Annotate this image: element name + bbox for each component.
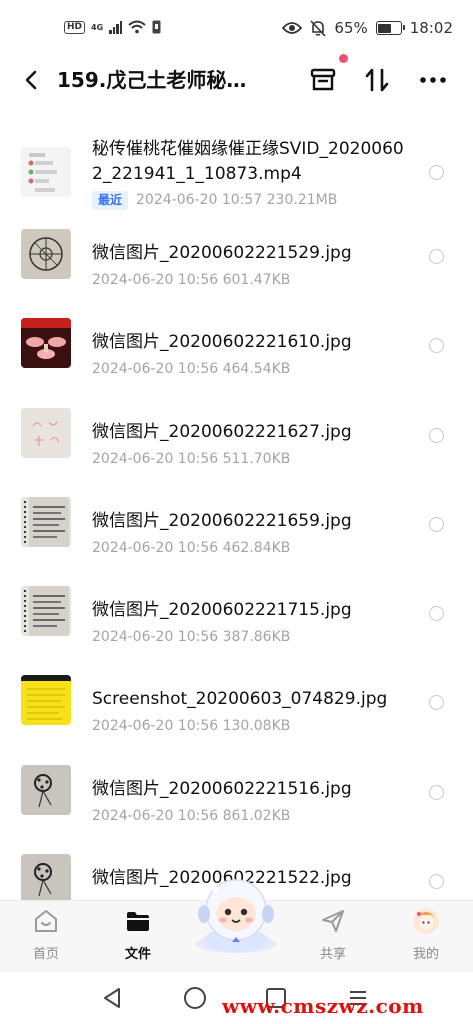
file-name: 微信图片_20200602221610.jpg xyxy=(92,332,352,353)
more-button[interactable] xyxy=(416,64,450,96)
file-row[interactable]: 微信图片_20200602221529.jpg 2024-06-20 10:56 … xyxy=(0,218,473,307)
file-meta: 2024-06-20 10:56 387.86KB xyxy=(92,627,290,647)
file-meta: 2024-06-20 10:56 861.02KB xyxy=(92,806,290,826)
file-date-size: 2024-06-20 10:57 230.21MB xyxy=(136,192,338,208)
file-thumbnail xyxy=(21,147,71,197)
file-date-size: 2024-06-20 10:56 601.47KB xyxy=(92,272,291,288)
avatar-icon xyxy=(413,908,439,934)
file-row[interactable]: Screenshot_20200603_074829.jpg 2024-06-20… xyxy=(0,664,473,753)
home-circle-icon[interactable] xyxy=(182,985,208,1011)
file-name: 秘传催桃花催姻缘催正缘SVID_20200602_221941_1_10873.… xyxy=(92,139,404,184)
tab-share-label: 共享 xyxy=(319,947,346,962)
file-name: 微信图片_20200602221627.jpg xyxy=(92,421,352,442)
back-triangle-icon[interactable] xyxy=(100,986,124,1010)
file-name: 微信图片_20200602221516.jpg xyxy=(92,778,352,799)
battery-percent: 65% xyxy=(334,19,368,37)
tab-files-label: 文件 xyxy=(124,947,151,962)
file-name: 微信图片_20200602221659.jpg xyxy=(92,510,352,531)
signal-icon xyxy=(109,20,123,34)
file-thumbnail xyxy=(21,764,71,815)
mute-bell-icon xyxy=(310,19,327,37)
select-radio[interactable] xyxy=(429,606,444,622)
back-icon xyxy=(25,70,37,90)
file-thumbnail xyxy=(21,675,71,726)
select-radio[interactable] xyxy=(429,874,444,890)
file-row[interactable]: 微信图片_20200602221659.jpg 2024-06-20 10:56 … xyxy=(0,486,473,575)
file-row[interactable]: 秘传催桃花催姻缘催正缘SVID_20200602_221941_1_10873.… xyxy=(0,128,473,218)
recent-badge: 最近 xyxy=(92,190,129,210)
file-name: 微信图片_20200602221529.jpg xyxy=(92,243,352,263)
file-row[interactable]: 微信图片_20200602221715.jpg 2024-06-20 10:56 … xyxy=(0,575,473,664)
select-radio[interactable] xyxy=(429,695,444,711)
file-thumbnail xyxy=(21,318,71,369)
battery-icon xyxy=(375,21,405,35)
select-radio[interactable] xyxy=(429,338,444,354)
file-name: Screenshot_20200603_074829.jpg xyxy=(92,689,388,710)
file-thumbnail xyxy=(21,496,71,547)
network-type: 4G xyxy=(91,22,104,32)
status-bar: HD 4G 65% 18:02 xyxy=(0,0,473,58)
back-button[interactable] xyxy=(20,66,44,94)
app-header: 159.戊己土老师秘… xyxy=(0,54,473,102)
file-row[interactable]: 微信图片_20200602221627.jpg 2024-06-20 10:56 … xyxy=(0,397,473,486)
assistant-mascot-button[interactable] xyxy=(188,874,284,956)
tab-home-label: 首页 xyxy=(32,947,59,962)
file-row[interactable]: 微信图片_20200602221610.jpg 2024-06-20 10:56 … xyxy=(0,307,473,396)
file-date-size: 2024-06-20 10:56 130.08KB xyxy=(92,718,291,735)
select-radio[interactable] xyxy=(429,516,444,532)
folder-icon xyxy=(127,912,149,931)
select-radio[interactable] xyxy=(429,249,444,264)
clock: 18:02 xyxy=(409,19,453,37)
archive-button[interactable] xyxy=(306,64,340,96)
file-meta: 2024-06-20 10:56 511.70KB xyxy=(92,449,290,469)
select-radio[interactable] xyxy=(429,165,444,180)
file-date-size: 2024-06-20 10:56 861.02KB xyxy=(92,807,291,824)
file-date-size: 2024-06-20 10:56 462.84KB xyxy=(92,539,291,556)
astronaut-mascot-icon xyxy=(196,879,276,953)
file-thumbnail xyxy=(21,407,71,458)
file-date-size: 2024-06-20 10:56 511.70KB xyxy=(92,450,291,467)
home-icon xyxy=(35,910,57,932)
file-meta: 最近 2024-06-20 10:57 230.21MB xyxy=(92,190,337,210)
select-radio[interactable] xyxy=(429,784,444,800)
sim-icon xyxy=(152,20,161,34)
sort-icon xyxy=(365,68,389,92)
file-date-size: 2024-06-20 10:56 387.86KB xyxy=(92,629,291,646)
watermark-text: www.cmszwz.com xyxy=(222,994,424,1018)
file-date-size: 2024-06-20 10:56 464.54KB xyxy=(92,361,291,378)
archive-icon xyxy=(310,68,336,91)
notification-dot xyxy=(339,54,348,63)
select-radio[interactable] xyxy=(429,427,444,443)
status-left: HD 4G xyxy=(64,20,161,34)
file-thumbnail xyxy=(21,854,71,900)
file-list: 秘传催桃花催姻缘催正缘SVID_20200602_221941_1_10873.… xyxy=(0,128,473,900)
tab-me-label: 我的 xyxy=(412,947,439,962)
page-title: 159.戊己土老师秘… xyxy=(57,68,247,92)
sort-button[interactable] xyxy=(360,64,394,96)
status-right: 65% 18:02 xyxy=(282,19,453,37)
file-meta: 2024-06-20 10:56 462.84KB xyxy=(92,538,290,558)
file-thumbnail xyxy=(21,586,71,637)
file-thumbnail xyxy=(21,229,71,279)
battery-level xyxy=(378,23,392,33)
eye-icon xyxy=(282,22,303,34)
file-row[interactable]: 微信图片_20200602221516.jpg 2024-06-20 10:56 … xyxy=(0,754,473,843)
more-icon xyxy=(420,77,446,83)
file-meta: 2024-06-20 10:56 130.08KB xyxy=(92,716,290,736)
file-meta: 2024-06-20 10:56 601.47KB xyxy=(92,270,290,290)
share-icon xyxy=(322,910,344,932)
wifi-icon xyxy=(128,20,146,34)
file-meta: 2024-06-20 10:56 464.54KB xyxy=(92,359,290,379)
hd-indicator: HD xyxy=(64,20,86,34)
file-name: 微信图片_20200602221715.jpg xyxy=(92,600,352,621)
